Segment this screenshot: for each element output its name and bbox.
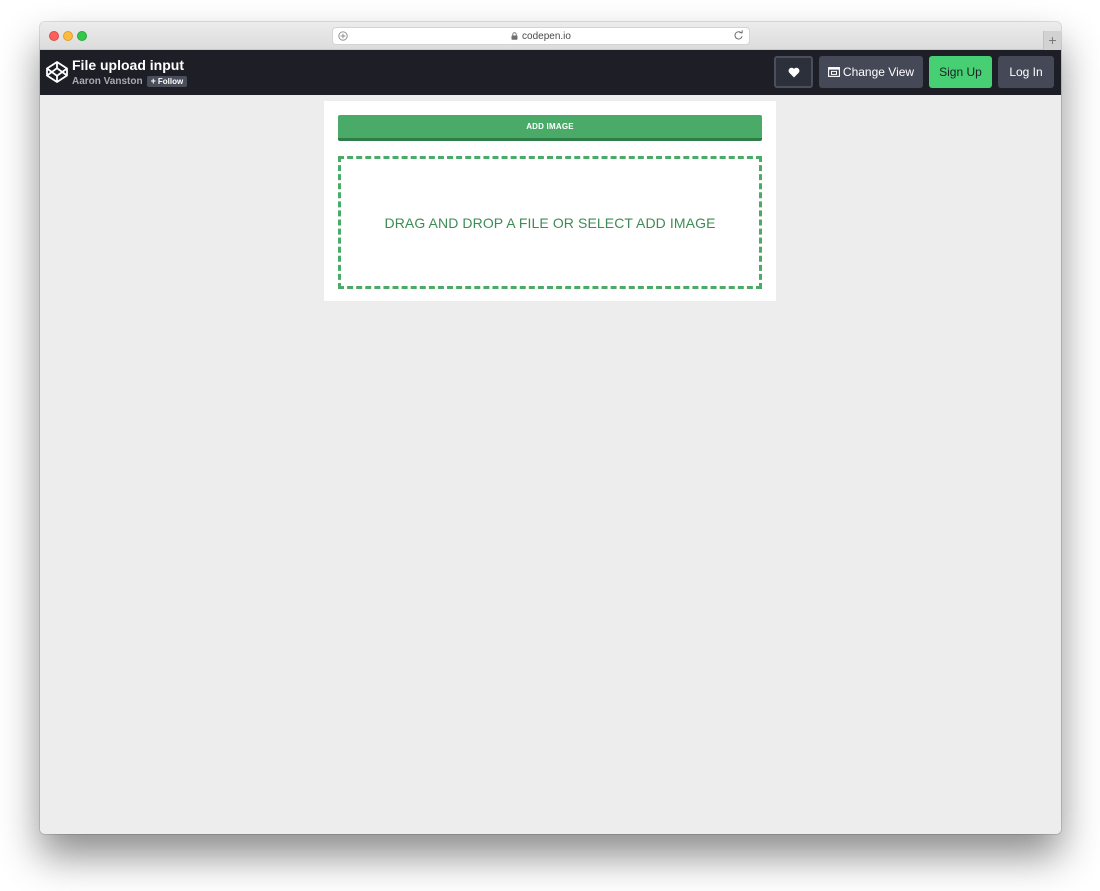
minimize-window-button[interactable] <box>63 31 73 41</box>
sign-up-button[interactable]: Sign Up <box>929 56 992 88</box>
heart-icon <box>788 67 799 77</box>
drop-zone-text: DRAG AND DROP A FILE OR SELECT ADD IMAGE <box>384 214 716 231</box>
change-view-icon <box>827 67 840 77</box>
browser-window: codepen.io + File upload input Aaron Van… <box>40 22 1061 834</box>
codepen-logo-icon[interactable] <box>45 60 69 84</box>
follow-label: Follow <box>157 77 184 86</box>
codepen-header: File upload input Aaron Vanston + Follow … <box>40 50 1061 95</box>
reload-icon[interactable] <box>733 30 744 41</box>
author-link[interactable]: Aaron Vanston <box>72 76 143 87</box>
upload-card: ADD IMAGE DRAG AND DROP A FILE OR SELECT… <box>324 101 776 301</box>
drop-zone[interactable]: DRAG AND DROP A FILE OR SELECT ADD IMAGE <box>338 156 762 289</box>
add-image-button[interactable]: ADD IMAGE <box>338 115 762 141</box>
author-row: Aaron Vanston + Follow <box>72 76 188 87</box>
address-bar[interactable]: codepen.io <box>332 27 750 45</box>
pen-preview-area: ADD IMAGE DRAG AND DROP A FILE OR SELECT… <box>40 95 1061 834</box>
new-tab-button[interactable]: + <box>1043 31 1061 50</box>
close-window-button[interactable] <box>49 31 59 41</box>
lock-icon <box>511 32 518 40</box>
follow-button[interactable]: + Follow <box>146 76 188 87</box>
log-in-button[interactable]: Log In <box>998 56 1054 88</box>
browser-titlebar: codepen.io + <box>40 22 1061 50</box>
like-button[interactable] <box>774 56 813 88</box>
change-view-button[interactable]: Change View <box>819 56 923 88</box>
plus-icon: + <box>150 76 156 86</box>
change-view-label: Change View <box>842 65 915 79</box>
pen-title: File upload input <box>72 57 184 73</box>
zoom-window-button[interactable] <box>77 31 87 41</box>
url-text: codepen.io <box>522 30 571 42</box>
shield-icon[interactable] <box>338 31 348 41</box>
